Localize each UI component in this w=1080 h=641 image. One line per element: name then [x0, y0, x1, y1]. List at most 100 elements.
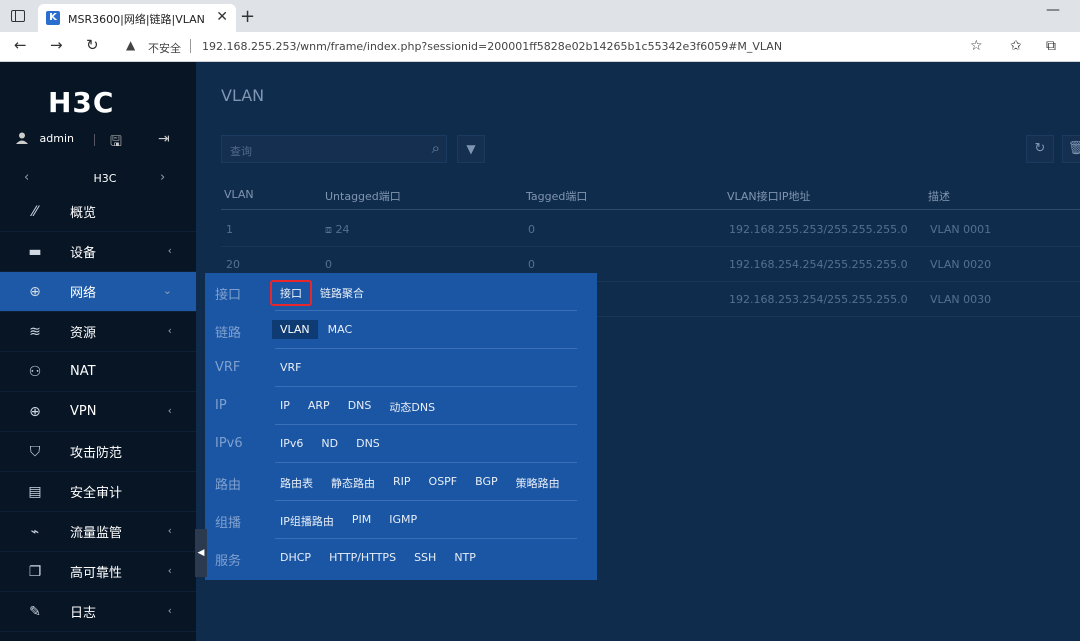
submenu-link[interactable]: IP组播路由 — [272, 510, 342, 532]
submenu-row: 接口 接口 链路聚合 — [205, 273, 597, 311]
submenu-link[interactable]: 静态路由 — [323, 472, 383, 494]
collapse-panel-button[interactable]: ◀ — [195, 529, 207, 577]
submenu-link[interactable]: 策略路由 — [508, 472, 568, 494]
warning-icon[interactable]: ▲ — [126, 38, 135, 52]
table-row[interactable]: 1 ⧈ 24 0 192.168.255.253/255.255.255.0 VLAN … — [221, 212, 1080, 247]
sidebar-item[interactable]: ⌁ 流量监管 ‹ — [0, 512, 196, 552]
sidebar-item[interactable]: ▤ 安全审计 — [0, 472, 196, 512]
submenu-row: IP IP ARP DNS 动态DNS — [205, 387, 597, 425]
submenu-links: VRF — [272, 358, 312, 377]
submenu-link[interactable]: VRF — [272, 358, 310, 377]
back-icon[interactable]: ← — [14, 36, 27, 54]
tab-title: MSR3600|网络|链路|VLAN — [68, 13, 205, 26]
submenu-link[interactable]: 动态DNS — [381, 396, 443, 418]
column-header[interactable]: 描述 — [928, 188, 950, 204]
url-text[interactable]: 192.168.255.253/wnm/frame/index.php?sess… — [202, 40, 782, 53]
sidebar-item[interactable]: ✎ 日志 ‹ — [0, 592, 196, 632]
column-header[interactable]: Untagged端口 — [325, 188, 401, 204]
delete-button[interactable]: 🗑 — [1062, 135, 1080, 163]
browser-tab-bar: K MSR3600|网络|链路|VLAN ✕ + — — [0, 0, 1080, 32]
submenu-category: 链路 — [215, 326, 242, 341]
submenu-links: 路由表 静态路由 RIP OSPF BGP 策略路由 — [272, 472, 570, 494]
address-bar: ← → ↻ ▲ 不安全 192.168.255.253/wnm/frame/in… — [0, 32, 1080, 62]
filter-icon: ▼ — [466, 142, 476, 156]
submenu-link[interactable]: HTTP/HTTPS — [321, 548, 404, 567]
user-info[interactable]: admin — [16, 132, 74, 145]
sidebar-item[interactable]: ⛉ 攻击防范 — [0, 432, 196, 472]
submenu-link[interactable]: IPv6 — [272, 434, 311, 453]
submenu-links: IP ARP DNS 动态DNS — [272, 396, 445, 418]
sidebar-item[interactable]: ⁄⁄ 概览 — [0, 192, 196, 232]
sidebar-item[interactable]: ⊕ VPN ‹ — [0, 392, 196, 432]
submenu-link[interactable]: NTP — [446, 548, 484, 567]
table-header: VLAN Untagged端口 Tagged端口 VLAN接口IP地址 描述 — [221, 180, 1080, 210]
minimize-icon[interactable]: — — [1046, 2, 1060, 18]
filter-button[interactable]: ▼ — [457, 135, 485, 163]
submenu-link[interactable]: DNS — [348, 434, 388, 453]
submenu-link[interactable]: ND — [313, 434, 346, 453]
sidebar-item-label: 高可靠性 — [70, 566, 123, 581]
traffic-icon: ⌁ — [30, 523, 40, 540]
forward-icon[interactable]: → — [50, 36, 63, 54]
submenu-link[interactable]: BGP — [467, 472, 506, 494]
next-device-icon[interactable]: › — [160, 170, 165, 185]
search-icon[interactable]: ⌕ — [432, 139, 440, 157]
collections-icon[interactable]: ⧉ — [1046, 38, 1056, 54]
url-field[interactable]: ▲ 不安全 192.168.255.253/wnm/frame/index.ph… — [120, 35, 1000, 59]
insecure-label[interactable]: 不安全 — [148, 40, 181, 56]
sidebar-item[interactable]: ⚇ NAT — [0, 352, 196, 392]
table-cell: 0 — [528, 258, 535, 271]
submenu-link[interactable]: ARP — [300, 396, 338, 418]
chevron-icon: ‹ — [167, 404, 172, 417]
submenu-link[interactable]: DNS — [340, 396, 380, 418]
submenu-category: 组播 — [215, 516, 242, 531]
submenu-category: IP — [215, 398, 227, 413]
sidebar-item[interactable]: ≋ 资源 ‹ — [0, 312, 196, 352]
device-switcher: ‹ H3C › — [0, 162, 196, 194]
close-tab-icon[interactable]: ✕ — [216, 9, 228, 25]
submenu-link[interactable]: 接口 — [270, 280, 312, 306]
submenu-link[interactable]: OSPF — [421, 472, 466, 494]
sidebar-item[interactable]: ❐ 高可靠性 ‹ — [0, 552, 196, 592]
window-menu-icon[interactable] — [11, 10, 25, 22]
logout-icon[interactable]: ⇥ — [158, 131, 170, 147]
favorites-icon[interactable]: ✩ — [1010, 38, 1022, 54]
submenu-link[interactable]: 路由表 — [272, 472, 321, 494]
table-cell: 0 — [528, 223, 535, 236]
browser-tab[interactable]: K MSR3600|网络|链路|VLAN ✕ — [38, 4, 236, 32]
device-name: H3C — [93, 172, 117, 185]
submenu-link[interactable]: MAC — [320, 320, 361, 339]
column-header[interactable]: VLAN — [224, 188, 254, 201]
submenu-link[interactable]: IP — [272, 396, 298, 418]
submenu-link[interactable]: VLAN — [272, 320, 318, 339]
new-tab-icon[interactable]: + — [240, 6, 255, 27]
sidebar-item[interactable]: ▬ 设备 ‹ — [0, 232, 196, 272]
submenu-category: IPv6 — [215, 436, 243, 451]
submenu-links: DHCP HTTP/HTTPS SSH NTP — [272, 548, 486, 567]
audit-icon: ▤ — [28, 483, 42, 500]
submenu-category: VRF — [215, 360, 241, 375]
submenu-link[interactable]: IGMP — [381, 510, 425, 532]
add-favorite-icon[interactable]: ☆ — [970, 38, 983, 54]
nat-icon: ⚇ — [28, 363, 42, 380]
submenu-link[interactable]: SSH — [406, 548, 444, 567]
sidebar-item-label: 攻击防范 — [70, 446, 123, 461]
column-header[interactable]: VLAN接口IP地址 — [727, 188, 811, 204]
chevron-icon: ⌄ — [162, 284, 172, 297]
chevron-icon: ‹ — [167, 564, 172, 577]
reload-icon[interactable]: ↻ — [86, 36, 99, 54]
page-title: VLAN — [221, 86, 265, 105]
chevron-icon: ‹ — [167, 244, 172, 257]
sidebar-item[interactable]: ⊕ 网络 ⌄ — [0, 272, 196, 312]
search-input[interactable]: 查询 ⌕ — [221, 135, 447, 163]
column-header[interactable]: Tagged端口 — [526, 188, 587, 204]
submenu-link[interactable]: 链路聚合 — [312, 282, 372, 304]
table-cell: 1 — [226, 223, 233, 236]
refresh-button[interactable]: ↻ — [1026, 135, 1054, 163]
submenu-link[interactable]: RIP — [385, 472, 419, 494]
submenu-link[interactable]: PIM — [344, 510, 379, 532]
user-divider — [94, 134, 95, 146]
save-icon[interactable]: 🖫 — [110, 131, 122, 155]
submenu-links: 接口 链路聚合 — [270, 280, 374, 306]
submenu-link[interactable]: DHCP — [272, 548, 319, 567]
